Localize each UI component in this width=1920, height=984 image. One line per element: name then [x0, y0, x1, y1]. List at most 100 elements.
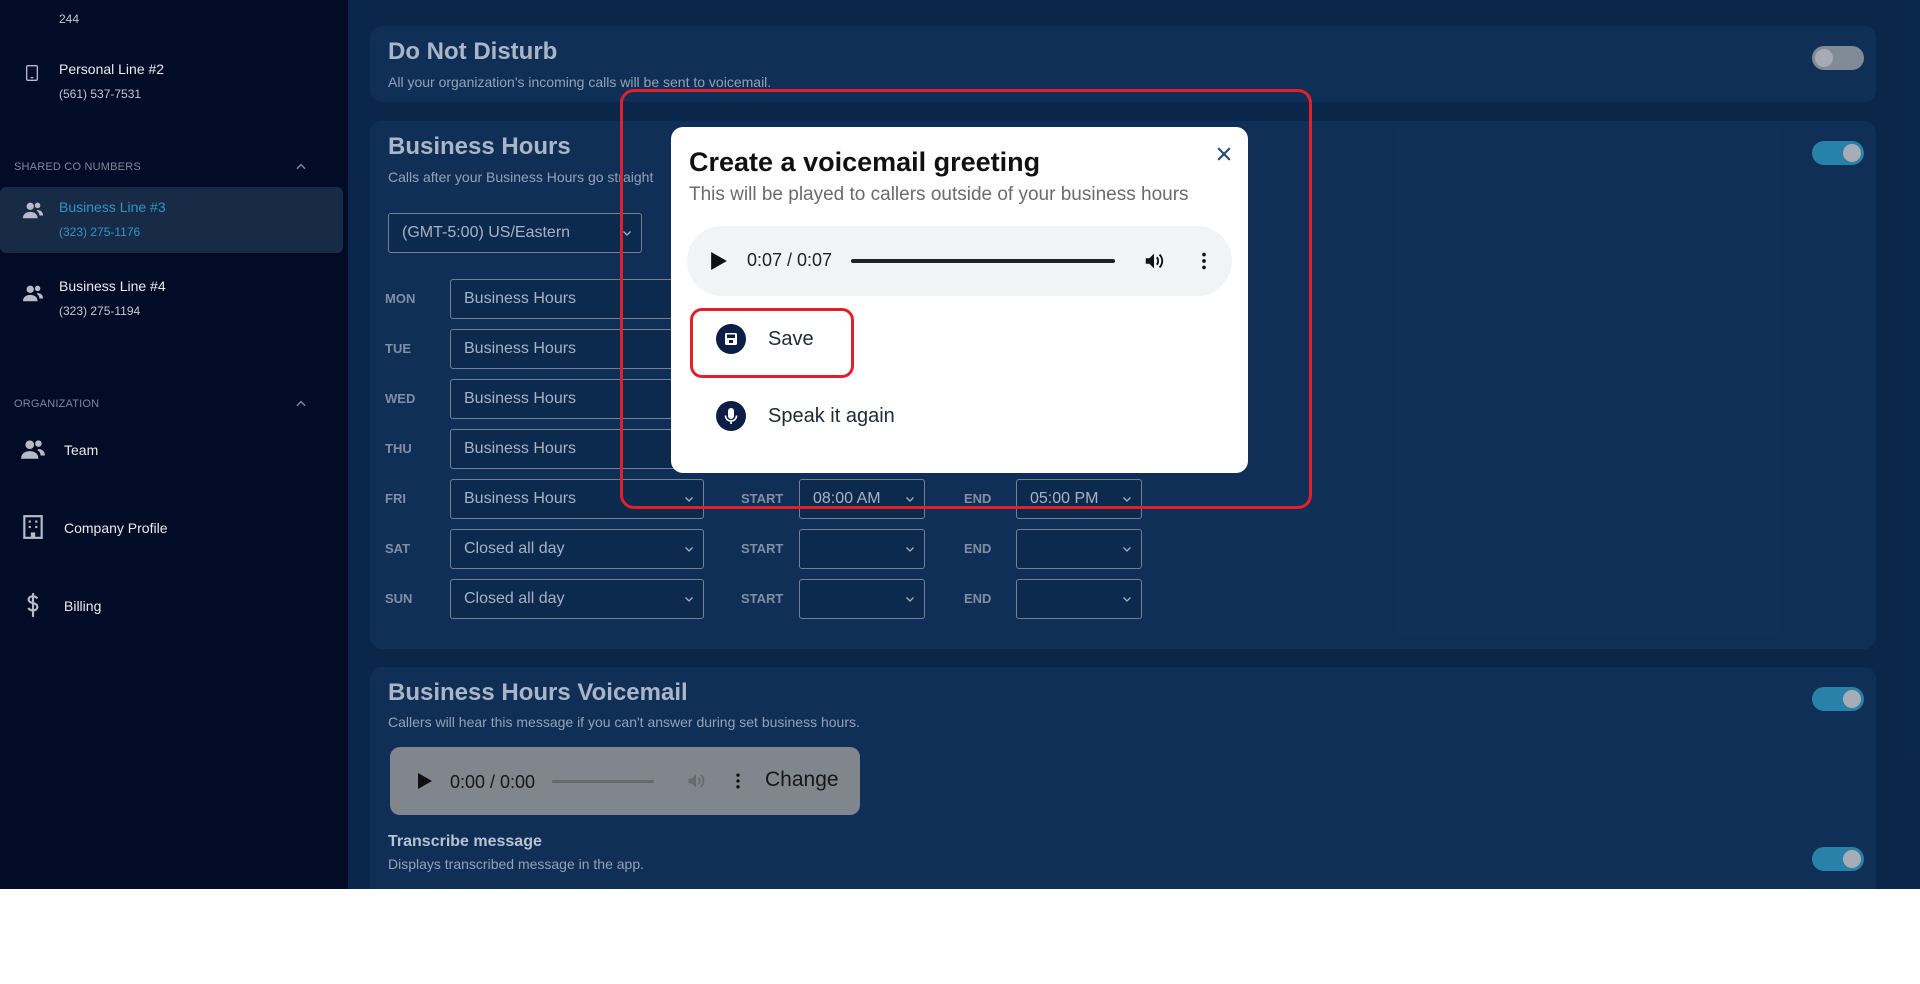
end-label: END — [964, 541, 992, 556]
speak-again-label: Speak it again — [768, 405, 895, 427]
dnd-card: Do Not Disturb All your organization's i… — [370, 26, 1876, 102]
start-label: START — [741, 491, 784, 506]
chevron-down-icon — [685, 497, 693, 502]
day-label: MON — [385, 291, 416, 306]
thu-mode-select[interactable]: Business Hours — [450, 429, 704, 469]
day-label: SUN — [385, 591, 413, 606]
sidebar-item-label: Billing — [64, 598, 102, 614]
modal-title: Create a voicemail greeting — [689, 147, 1041, 177]
start-label: START — [741, 591, 784, 606]
timezone-select[interactable]: (GMT-5:00) US/Eastern — [388, 213, 642, 253]
tue-mode-select[interactable]: Business Hours — [450, 329, 704, 369]
chevron-down-icon — [685, 547, 693, 552]
start-value: 08:00 AM — [813, 490, 881, 507]
fri-mode-select[interactable]: Business Hours — [450, 479, 704, 519]
speak-again-button[interactable]: Speak it again — [716, 397, 1016, 437]
save-icon — [716, 324, 746, 354]
voicemail-description: Callers will hear this message if you ca… — [388, 714, 860, 730]
dnd-toggle[interactable] — [1812, 46, 1864, 70]
sidebar-item-personal-line[interactable]: Personal Line #2 (561) 537-7531 — [0, 61, 343, 107]
sidebar-item-team[interactable]: Team — [0, 434, 343, 466]
play-icon[interactable] — [418, 773, 432, 789]
app-window: 244 Personal Line #2 (561) 537-7531 SHAR… — [0, 0, 1920, 889]
chevron-down-icon — [906, 497, 914, 502]
business-hours-title: Business Hours — [388, 133, 571, 160]
mode-value: Business Hours — [464, 390, 577, 407]
chevron-down-icon — [1123, 497, 1131, 502]
sun-end-select[interactable] — [1016, 579, 1142, 619]
chevron-down-icon — [906, 547, 914, 552]
sidebar-item-label: Personal Line #2 — [59, 61, 165, 77]
chevron-down-icon — [685, 597, 693, 602]
chevron-up-icon[interactable] — [294, 397, 308, 411]
sidebar-item-label: Team — [64, 442, 99, 458]
mode-value: Business Hours — [464, 440, 577, 457]
sidebar-item-business-line-4[interactable]: Business Line #4 (323) 275-1194 — [0, 278, 343, 324]
mode-value: Business Hours — [464, 290, 577, 307]
voicemail-greeting-modal: Create a voicemail greeting This will be… — [671, 127, 1248, 473]
modal-subtitle: This will be played to callers outside o… — [689, 184, 1189, 205]
end-label: END — [964, 491, 992, 506]
save-button[interactable]: Save — [716, 320, 1016, 360]
sidebar-item-company-profile[interactable]: Company Profile — [0, 512, 343, 544]
voicemail-player-progress[interactable] — [552, 780, 654, 783]
voicemail-title: Business Hours Voicemail — [388, 679, 688, 706]
sidebar-item-number: (323) 275-1176 — [59, 225, 141, 239]
fri-start-select[interactable]: 08:00 AM — [799, 479, 925, 519]
end-label: END — [964, 591, 992, 606]
dnd-title: Do Not Disturb — [388, 38, 558, 65]
day-label: SAT — [385, 541, 411, 556]
phone-icon — [26, 65, 38, 81]
voicemail-toggle[interactable] — [1812, 687, 1864, 711]
sidebar-item-billing[interactable]: Billing — [0, 590, 343, 622]
business-hours-toggle[interactable] — [1812, 141, 1864, 165]
mode-value: Business Hours — [464, 340, 577, 357]
end-value: 05:00 PM — [1030, 490, 1099, 507]
transcribe-toggle[interactable] — [1812, 847, 1864, 871]
sat-end-select[interactable] — [1016, 529, 1142, 569]
day-label: TUE — [385, 341, 411, 356]
sidebar-item-top[interactable]: 244 — [0, 0, 343, 40]
sat-mode-select[interactable]: Closed all day — [450, 529, 704, 569]
sun-start-select[interactable] — [799, 579, 925, 619]
chevron-down-icon — [623, 231, 631, 236]
sidebar-section-organization: ORGANIZATION — [14, 398, 100, 410]
greeting-player-progress[interactable] — [851, 259, 1115, 263]
transcribe-title: Transcribe message — [388, 833, 542, 850]
mon-mode-select[interactable]: Business Hours — [450, 279, 704, 319]
volume-icon[interactable] — [686, 771, 706, 791]
save-label: Save — [768, 328, 814, 350]
wed-mode-select[interactable]: Business Hours — [450, 379, 704, 419]
sidebar-item-label: Business Line #3 — [59, 199, 166, 215]
sidebar-item-business-line-3[interactable]: Business Line #3 (323) 275-1176 — [0, 187, 343, 253]
change-button[interactable]: Change — [765, 768, 839, 792]
voicemail-player-time: 0:00 / 0:00 — [450, 772, 536, 792]
day-label: THU — [385, 441, 412, 456]
team-icon — [21, 440, 45, 459]
sidebar-item-label: Company Profile — [64, 520, 168, 536]
sidebar-item-number: (323) 275-1194 — [59, 304, 141, 318]
chevron-down-icon — [1123, 547, 1131, 552]
sidebar: 244 Personal Line #2 (561) 537-7531 SHAR… — [0, 0, 348, 889]
dnd-description: All your organization's incoming calls w… — [388, 74, 772, 90]
sidebar-item-top-number: 244 — [59, 12, 80, 26]
mode-value: Business Hours — [464, 490, 577, 507]
sun-mode-select[interactable]: Closed all day — [450, 579, 704, 619]
sidebar-item-label: Business Line #4 — [59, 278, 166, 294]
more-options-icon[interactable] — [728, 771, 748, 791]
more-options-icon[interactable] — [1193, 250, 1215, 272]
chevron-up-icon[interactable] — [294, 160, 308, 174]
volume-icon[interactable] — [1143, 250, 1165, 272]
fri-end-select[interactable]: 05:00 PM — [1016, 479, 1142, 519]
mode-value: Closed all day — [464, 540, 565, 557]
greeting-player-time: 0:07 / 0:07 — [747, 250, 833, 270]
chevron-down-icon — [906, 597, 914, 602]
sidebar-item-number: (561) 537-7531 — [59, 87, 142, 101]
timezone-value: (GMT-5:00) US/Eastern — [402, 224, 571, 241]
greeting-audio-player: 0:07 / 0:07 — [687, 226, 1232, 296]
sat-start-select[interactable] — [799, 529, 925, 569]
play-icon[interactable] — [711, 252, 727, 270]
close-icon[interactable] — [1214, 144, 1234, 164]
dollar-icon — [27, 593, 39, 617]
transcribe-description: Displays transcribed message in the app. — [388, 856, 645, 872]
